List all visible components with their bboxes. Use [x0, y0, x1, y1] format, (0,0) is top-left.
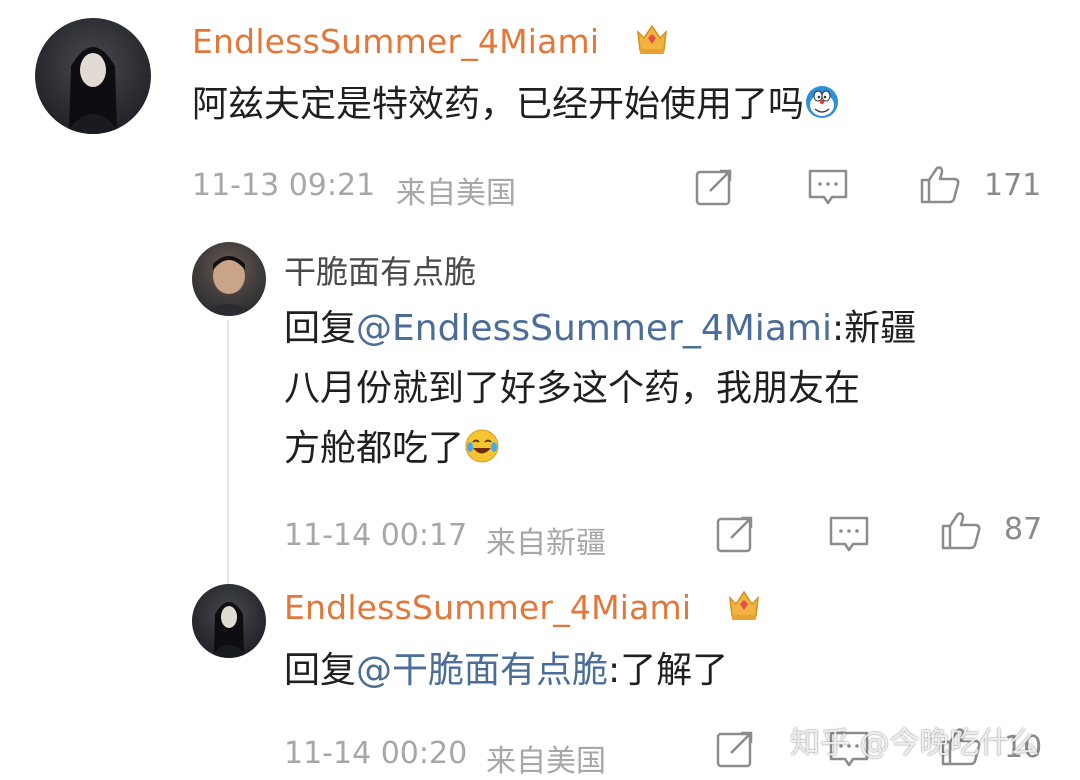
- reply-prefix: 回复: [284, 308, 357, 349]
- comment-text: 回复@EndlessSummer_4Miami:新疆: [284, 302, 916, 356]
- avatar-image: [210, 602, 248, 658]
- comment-location: 来自新疆: [486, 526, 606, 561]
- comment-text-line: 方舱都吃了: [284, 428, 465, 469]
- avatar-image: [65, 47, 121, 134]
- comment-icon[interactable]: [806, 165, 850, 209]
- comment-text-content: 阿兹夫定是特效药，已经开始使用了吗: [192, 84, 805, 125]
- comment-time: 11-13 09:21: [192, 168, 376, 203]
- watermark: 知乎 @今晚吃什么: [790, 726, 1040, 761]
- comment-username[interactable]: 干脆面有点脆: [284, 247, 476, 293]
- comment-icon[interactable]: [827, 512, 871, 556]
- crown-icon: [637, 24, 667, 54]
- like-icon[interactable]: [939, 508, 983, 552]
- comment-text: 八月份就到了好多这个药，我朋友在: [284, 362, 860, 416]
- comment-location: 来自美国: [396, 176, 516, 211]
- laugh-cry-emoji-icon: [465, 429, 499, 463]
- mention-link[interactable]: @EndlessSummer_4Miami: [356, 308, 832, 349]
- doraemon-emoji-icon: [806, 86, 839, 118]
- like-count: 87: [1004, 512, 1043, 547]
- share-icon[interactable]: [692, 165, 736, 209]
- avatar-image: [202, 256, 256, 316]
- comment-time: 11-14 00:17: [284, 518, 468, 553]
- comment-time: 11-14 00:20: [284, 736, 468, 771]
- comment-text: 方舱都吃了: [284, 422, 500, 476]
- comment-location: 来自美国: [486, 744, 606, 779]
- comment-text-line: :新疆: [831, 308, 917, 349]
- comment-text: 回复@干脆面有点脆:了解了: [284, 644, 728, 698]
- avatar[interactable]: [192, 242, 266, 316]
- share-icon[interactable]: [713, 512, 757, 556]
- mention-link[interactable]: @干脆面有点脆: [356, 650, 608, 691]
- avatar[interactable]: [192, 584, 266, 658]
- like-count: 171: [984, 168, 1042, 203]
- comment-username[interactable]: EndlessSummer_4Miami: [284, 588, 691, 627]
- avatar[interactable]: [35, 18, 151, 134]
- comment-text-line: 八月份就到了好多这个药，我朋友在: [284, 368, 861, 409]
- comment-text: 阿兹夫定是特效药，已经开始使用了吗: [192, 78, 840, 132]
- crown-icon: [729, 590, 759, 620]
- thread-line: [227, 320, 229, 590]
- like-icon[interactable]: [918, 162, 962, 206]
- share-icon[interactable]: [713, 727, 757, 771]
- comment-username[interactable]: EndlessSummer_4Miami: [192, 22, 599, 61]
- comment-text-content: :了解了: [608, 650, 729, 691]
- reply-prefix: 回复: [284, 650, 357, 691]
